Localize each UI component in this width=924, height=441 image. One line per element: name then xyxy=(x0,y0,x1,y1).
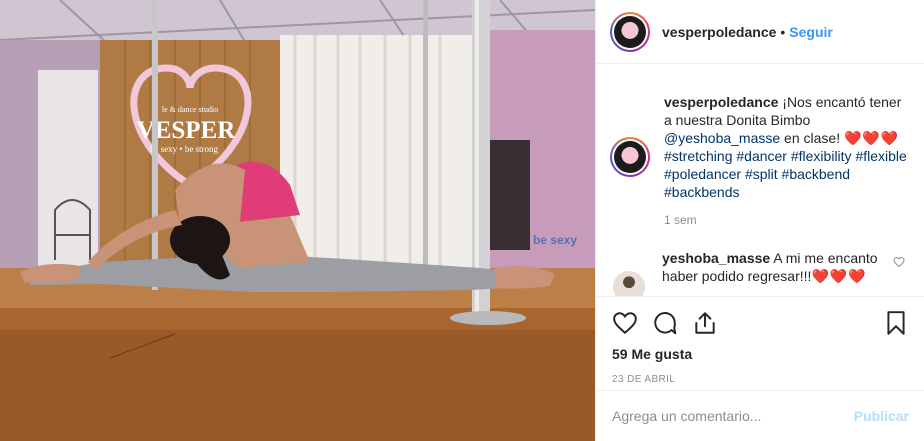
author-username[interactable]: vesperpoledance xyxy=(662,24,776,40)
caption-time[interactable]: 1 sem xyxy=(664,211,909,229)
caption-hearts: ❤️❤️❤️ xyxy=(844,130,900,146)
follow-button[interactable]: Seguir xyxy=(789,24,833,40)
header-separator: • xyxy=(780,23,786,40)
comments-list[interactable]: vesperpoledance ¡Nos encantó tener a nue… xyxy=(596,65,924,296)
hashtag-link[interactable]: #flexibility xyxy=(791,148,852,164)
post-photo-illustration: le & dance studio VESPER be sexy • be st… xyxy=(0,0,595,441)
share-icon[interactable] xyxy=(692,310,718,336)
comment-icon[interactable] xyxy=(652,310,678,336)
hashtag-link[interactable]: #dancer xyxy=(736,148,787,164)
comment-input[interactable] xyxy=(612,408,854,424)
comment-composer: Publicar xyxy=(596,390,924,441)
hashtag-link[interactable]: #flexible xyxy=(855,148,906,164)
hashtag-link[interactable]: #split xyxy=(745,166,778,182)
caption-author-avatar[interactable] xyxy=(610,137,650,177)
post-actions: 59 Me gusta 23 DE ABRIL xyxy=(596,296,924,385)
reply-text: yeshoba_masse A mi me encanto haber podi… xyxy=(662,249,884,296)
hashtag-link[interactable]: #poledancer xyxy=(664,166,741,182)
studio-name: VESPER xyxy=(137,117,237,144)
reply-author-avatar[interactable] xyxy=(613,271,645,296)
reply-hearts: ❤️❤️❤️ xyxy=(811,268,867,284)
post-side-panel: vesperpoledance • Seguir vesperpoledance… xyxy=(595,0,924,441)
wall-text: be sexy xyxy=(533,233,577,247)
studio-subtitle: le & dance studio xyxy=(162,105,218,114)
action-icons-row xyxy=(612,297,909,349)
post-photo[interactable]: le & dance studio VESPER be sexy • be st… xyxy=(0,0,595,441)
hashtag-link[interactable]: #backbends xyxy=(664,184,740,200)
hashtag-link[interactable]: #stretching xyxy=(664,148,732,164)
reply-comment: yeshoba_masse A mi me encanto haber podi… xyxy=(610,249,909,296)
caption-mention[interactable]: @yeshoba_masse xyxy=(664,130,780,146)
post-header: vesperpoledance • Seguir xyxy=(596,0,924,64)
publish-button[interactable]: Publicar xyxy=(854,408,909,424)
post-date[interactable]: 23 DE ABRIL xyxy=(612,374,909,385)
reply-username[interactable]: yeshoba_masse xyxy=(662,250,770,266)
studio-tagline: be sexy • be strong xyxy=(150,144,219,154)
author-avatar[interactable] xyxy=(610,11,650,52)
bookmark-icon[interactable] xyxy=(883,310,909,336)
heart-icon[interactable] xyxy=(612,310,638,336)
hashtag-link[interactable]: #backbend xyxy=(782,166,851,182)
caption-username[interactable]: vesperpoledance xyxy=(664,94,778,110)
like-comment-heart-icon[interactable] xyxy=(893,256,905,268)
caption-body-2: en clase! xyxy=(780,130,844,146)
caption-comment: vesperpoledance ¡Nos encantó tener a nue… xyxy=(610,65,909,229)
caption-text: vesperpoledance ¡Nos encantó tener a nue… xyxy=(664,93,909,229)
